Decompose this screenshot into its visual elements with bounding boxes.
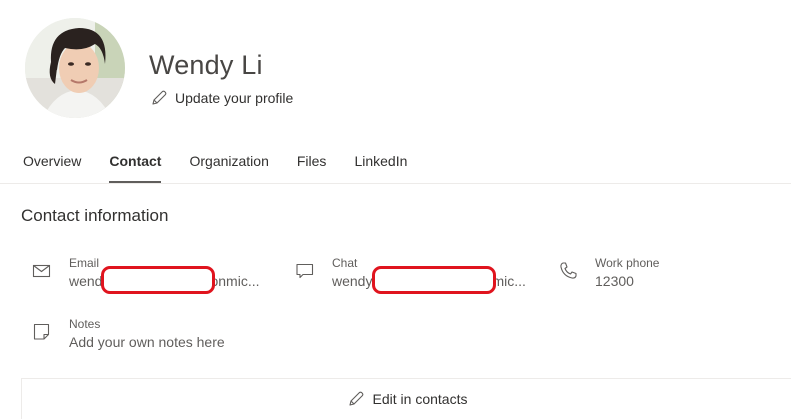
- chat-icon: [296, 263, 314, 279]
- update-profile-label: Update your profile: [175, 90, 294, 106]
- profile-avatar: [25, 18, 125, 118]
- tab-linkedin[interactable]: LinkedIn: [354, 151, 407, 183]
- phone-icon: [560, 262, 577, 279]
- tab-organization[interactable]: Organization: [189, 151, 268, 183]
- profile-name: Wendy Li: [149, 50, 263, 80]
- edit-in-contacts-label: Edit in contacts: [372, 391, 468, 407]
- work-phone-value[interactable]: 12300: [595, 271, 659, 291]
- notes-label: Notes: [69, 317, 101, 331]
- note-icon: [33, 323, 50, 340]
- work-phone-field: Work phone 12300: [557, 255, 659, 291]
- tabs-divider: [0, 183, 791, 184]
- section-title: Contact information: [21, 206, 169, 225]
- mail-icon: [32, 264, 51, 278]
- tab-files[interactable]: Files: [297, 151, 327, 183]
- chat-value-start: wendy: [332, 273, 373, 289]
- profile-tabs: Overview Contact Organization Files Link…: [23, 151, 435, 183]
- email-value-start: wend: [69, 273, 103, 289]
- email-value-end: onmic...: [210, 273, 260, 289]
- chat-value-end: mic...: [492, 273, 526, 289]
- pencil-icon: [152, 90, 167, 105]
- pencil-icon: [348, 391, 363, 406]
- tab-contact[interactable]: Contact: [109, 151, 162, 183]
- chat-redaction: [372, 266, 496, 294]
- tab-overview[interactable]: Overview: [23, 151, 81, 183]
- update-profile-link[interactable]: Update your profile: [150, 88, 293, 108]
- email-redaction: [101, 266, 215, 294]
- avatar-photo: [25, 18, 125, 118]
- notes-input[interactable]: Add your own notes here: [69, 332, 225, 352]
- work-phone-label: Work phone: [595, 256, 660, 270]
- notes-field: Notes Add your own notes here: [31, 316, 225, 352]
